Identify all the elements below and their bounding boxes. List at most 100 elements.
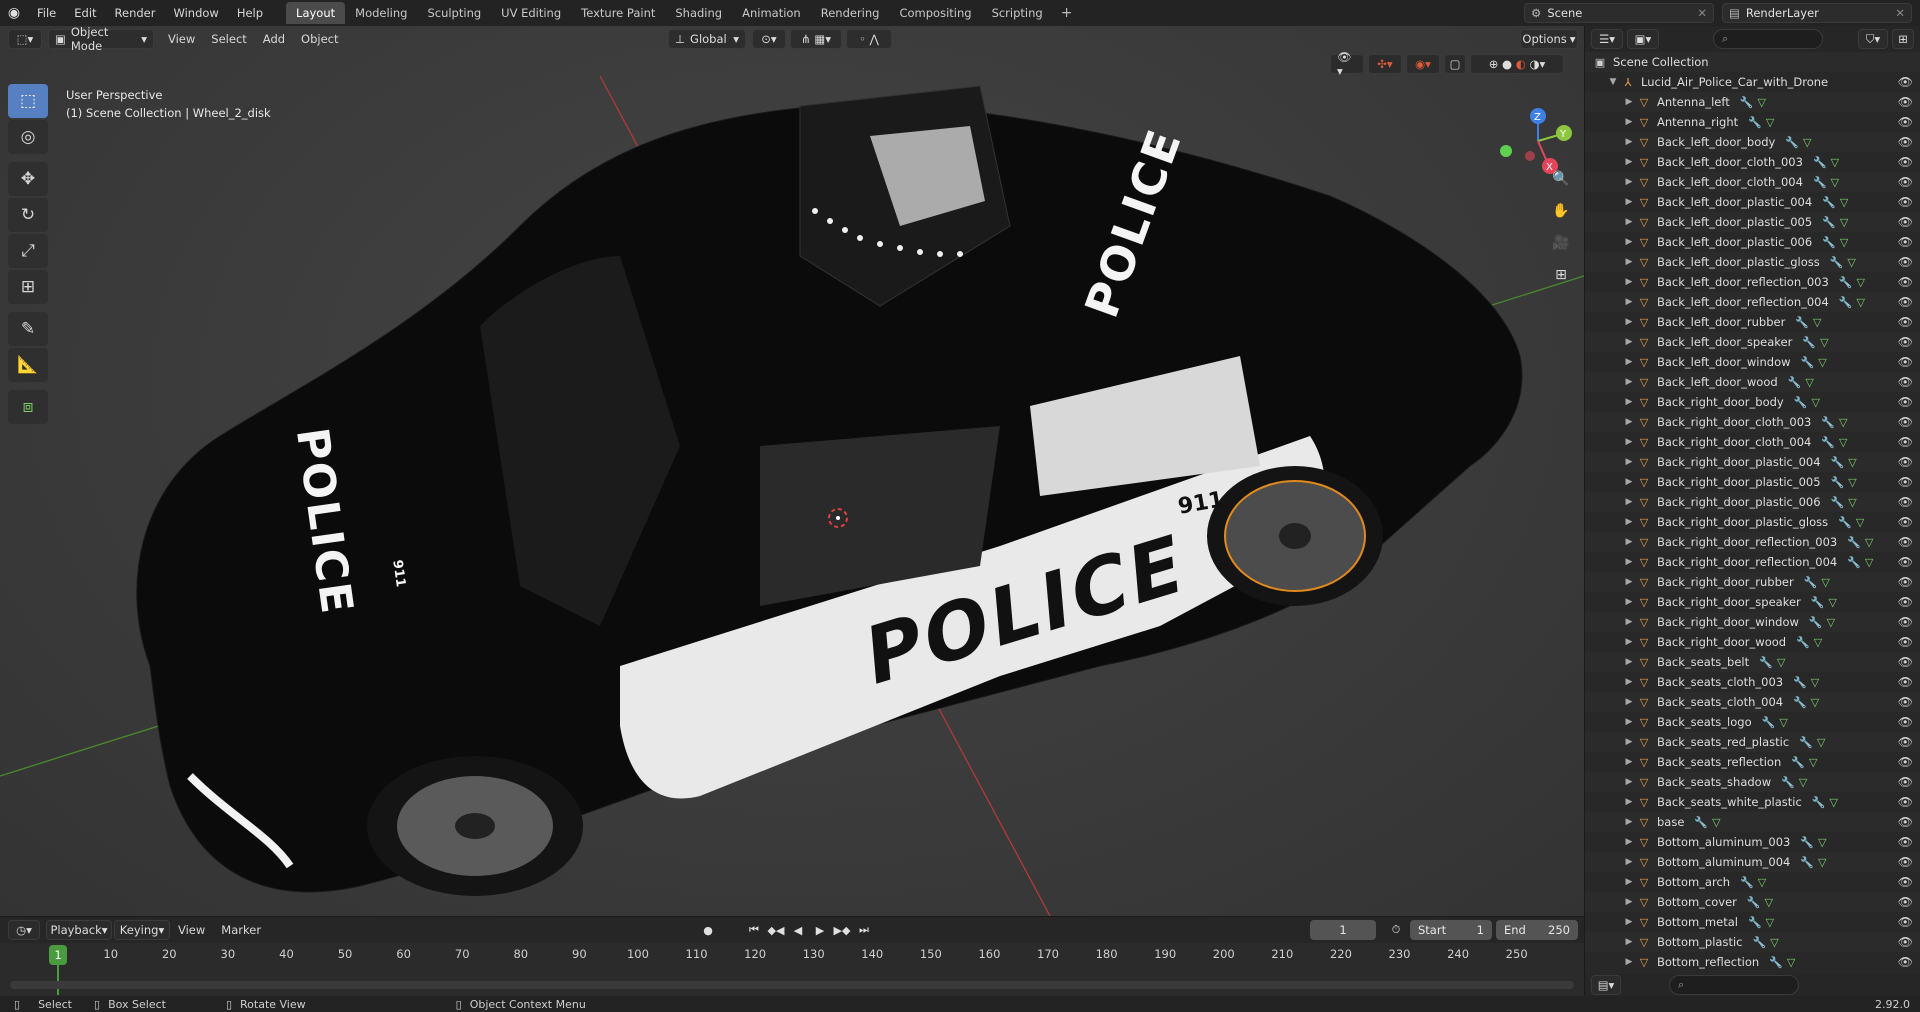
outliner-object-row[interactable]: ▶ ▽ Back_right_door_window 🔧▽ 👁 [1585, 612, 1920, 632]
eye-icon[interactable]: 👁 [1898, 515, 1913, 529]
eye-icon[interactable]: 👁 [1898, 315, 1913, 329]
proportional-edit-button[interactable]: ◦ ⋀ [846, 29, 892, 49]
eye-icon[interactable]: 👁 [1898, 675, 1913, 689]
properties-search-input[interactable]: ⌕ [1669, 975, 1799, 995]
modifier-icons[interactable]: 🔧▽ [1812, 796, 1842, 809]
snap-dropdown[interactable]: ⋔ ▦▾ [790, 29, 842, 49]
keying-dropdown[interactable]: Keying ▾ [114, 920, 170, 940]
expand-arrow-icon[interactable]: ▶ [1623, 897, 1635, 907]
modifier-icons[interactable]: 🔧▽ [1801, 356, 1831, 369]
outliner-object-row[interactable]: ▶ ▽ Bottom_aluminum_004 🔧▽ 👁 [1585, 852, 1920, 872]
expand-arrow-icon[interactable]: ▶ [1623, 237, 1635, 247]
modifier-icons[interactable]: 🔧▽ [1821, 416, 1851, 429]
outliner-object-row[interactable]: ▶ ▽ Back_seats_belt 🔧▽ 👁 [1585, 652, 1920, 672]
menu-object[interactable]: Object [293, 32, 346, 46]
expand-arrow-icon[interactable]: ▶ [1623, 137, 1635, 147]
eye-icon[interactable]: 👁 [1898, 815, 1913, 829]
outliner-object-row[interactable]: ▶ ▽ Bottom_arch 🔧▽ 👁 [1585, 872, 1920, 892]
tab-animation[interactable]: Animation [732, 2, 811, 24]
view-layer-selector[interactable]: ▤ RenderLayer ✕ [1722, 3, 1912, 23]
expand-arrow-icon[interactable]: ▼ [1607, 77, 1619, 87]
eye-icon[interactable]: 👁 [1898, 475, 1913, 489]
expand-arrow-icon[interactable]: ▶ [1623, 197, 1635, 207]
eye-icon[interactable]: 👁 [1898, 855, 1913, 869]
timeline-menu-marker[interactable]: Marker [213, 923, 269, 937]
outliner-object-row[interactable]: ▶ ▽ Back_right_door_wood 🔧▽ 👁 [1585, 632, 1920, 652]
outliner-object-row[interactable]: ▶ ▽ Back_left_door_cloth_004 🔧▽ 👁 [1585, 172, 1920, 192]
eye-icon[interactable]: 👁 [1898, 775, 1913, 789]
filter-dropdown[interactable]: ⛉▾ [1858, 29, 1888, 49]
outliner-object-row[interactable]: ▶ ▽ Bottom_reflection 🔧▽ 👁 [1585, 952, 1920, 972]
expand-arrow-icon[interactable]: ▶ [1623, 177, 1635, 187]
modifier-icons[interactable]: 🔧▽ [1759, 656, 1789, 669]
eye-icon[interactable]: 👁 [1898, 635, 1913, 649]
expand-arrow-icon[interactable]: ▶ [1623, 737, 1635, 747]
pivot-point-dropdown[interactable]: ⊙▾ [752, 29, 786, 49]
expand-arrow-icon[interactable]: ▶ [1623, 297, 1635, 307]
outliner-object-row[interactable]: ▶ ▽ Bottom_aluminum_003 🔧▽ 👁 [1585, 832, 1920, 852]
camera-view-button[interactable]: 🎥 [1548, 230, 1574, 256]
eye-icon[interactable]: 👁 [1898, 735, 1913, 749]
scale-tool[interactable]: ⤢ [8, 234, 48, 268]
outliner-object-row[interactable]: ▶ ▽ Back_left_door_wood 🔧▽ 👁 [1585, 372, 1920, 392]
expand-arrow-icon[interactable]: ▶ [1623, 877, 1635, 887]
playhead-line[interactable] [57, 965, 59, 995]
display-mode-dropdown[interactable]: ▣▾ [1627, 29, 1659, 49]
outliner-object-row[interactable]: ▶ ▽ Back_right_door_cloth_004 🔧▽ 👁 [1585, 432, 1920, 452]
blender-logo-icon[interactable]: ◉ [0, 0, 28, 26]
outliner-object-row[interactable]: ▶ ▽ Back_right_door_plastic_004 🔧▽ 👁 [1585, 452, 1920, 472]
expand-arrow-icon[interactable]: ▶ [1623, 97, 1635, 107]
tab-rendering[interactable]: Rendering [811, 2, 890, 24]
play-reverse-button[interactable]: ◀ [788, 920, 808, 940]
modifier-icons[interactable]: 🔧▽ [1822, 196, 1852, 209]
menu-file[interactable]: File [28, 0, 65, 26]
modifier-icons[interactable]: 🔧▽ [1831, 496, 1861, 509]
zoom-button[interactable]: 🔍 [1548, 166, 1574, 192]
pan-button[interactable]: ✋ [1548, 198, 1574, 224]
outliner-object-row[interactable]: ▶ ▽ Back_seats_cloth_004 🔧▽ 👁 [1585, 692, 1920, 712]
eye-icon[interactable]: 👁 [1898, 355, 1913, 369]
expand-arrow-icon[interactable]: ▶ [1623, 317, 1635, 327]
tab-layout[interactable]: Layout [286, 2, 346, 24]
preview-range-toggle[interactable]: ⏱ [1386, 920, 1406, 940]
visibility-toggle[interactable]: 👁▾ [1330, 50, 1364, 78]
outliner-object-row[interactable]: ▶ ▽ Back_left_door_reflection_004 🔧▽ 👁 [1585, 292, 1920, 312]
modifier-icons[interactable]: 🔧▽ [1781, 776, 1811, 789]
move-tool[interactable]: ✥ [8, 162, 48, 196]
jump-start-button[interactable]: ⏮ [744, 920, 764, 940]
menu-render[interactable]: Render [106, 0, 165, 26]
modifier-icons[interactable]: 🔧▽ [1785, 136, 1815, 149]
eye-icon[interactable]: 👁 [1898, 695, 1913, 709]
eye-icon[interactable]: 👁 [1898, 555, 1913, 569]
eye-icon[interactable]: 👁 [1898, 215, 1913, 229]
eye-icon[interactable]: 👁 [1898, 435, 1913, 449]
timeline-ruler[interactable]: 1 10 20 30 40 50 60 70 80 90 100 110 120 130 140 150 16… [0, 943, 1584, 995]
expand-arrow-icon[interactable]: ▶ [1623, 837, 1635, 847]
modifier-icons[interactable]: 🔧▽ [1800, 836, 1830, 849]
menu-add[interactable]: Add [255, 32, 293, 46]
transform-tool[interactable]: ⊞ [8, 270, 48, 304]
measure-tool[interactable]: 📐 [8, 348, 48, 382]
current-frame-field[interactable]: 1 [1310, 920, 1376, 940]
outliner-object-row[interactable]: ▶ ▽ Back_left_door_window 🔧▽ 👁 [1585, 352, 1920, 372]
expand-arrow-icon[interactable]: ▶ [1623, 797, 1635, 807]
eye-icon[interactable]: 👁 [1898, 295, 1913, 309]
modifier-icons[interactable]: 🔧▽ [1748, 116, 1778, 129]
properties-editor-type[interactable]: ▤▾ [1591, 975, 1621, 995]
outliner-object-row[interactable]: ▶ ▽ Back_right_door_reflection_004 🔧▽ 👁 [1585, 552, 1920, 572]
add-workspace-button[interactable]: + [1053, 2, 1081, 24]
modifier-icons[interactable]: 🔧▽ [1813, 156, 1843, 169]
modifier-icons[interactable]: 🔧▽ [1847, 556, 1877, 569]
eye-icon[interactable]: 👁 [1898, 535, 1913, 549]
cursor-tool[interactable]: ◎ [8, 120, 48, 154]
modifier-icons[interactable]: 🔧▽ [1831, 456, 1861, 469]
expand-arrow-icon[interactable]: ▶ [1623, 957, 1635, 967]
timeline-menu-view[interactable]: View [170, 923, 213, 937]
editor-type-button[interactable]: ⬚▾ [8, 29, 42, 49]
gizmo-toggle[interactable]: ✣▾ [1368, 54, 1402, 74]
modifier-icons[interactable]: 🔧▽ [1795, 316, 1825, 329]
outliner-object-row[interactable]: ▶ ▽ Back_right_door_body 🔧▽ 👁 [1585, 392, 1920, 412]
eye-icon[interactable]: 👁 [1898, 415, 1913, 429]
expand-arrow-icon[interactable]: ▶ [1623, 117, 1635, 127]
eye-icon[interactable]: 👁 [1898, 715, 1913, 729]
